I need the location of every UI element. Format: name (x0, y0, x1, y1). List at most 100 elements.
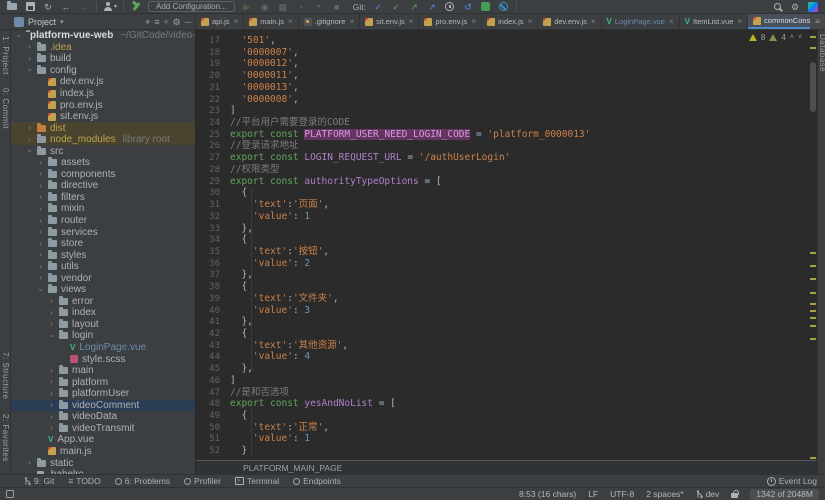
tree-item-App.vue[interactable]: VApp.vue (11, 434, 195, 446)
warning-stripe-mark[interactable] (810, 457, 816, 459)
tool-stripe-commit[interactable]: 0: Commit (1, 88, 10, 129)
chevron-icon[interactable]: › (48, 320, 55, 328)
warning-stripe-mark[interactable] (810, 252, 816, 254)
line-number[interactable]: 17 (196, 36, 230, 48)
code-line[interactable]: 34 { (196, 234, 817, 246)
chevron-icon[interactable]: › (37, 274, 44, 282)
tree-item-config[interactable]: ›config (11, 65, 195, 77)
code-line[interactable]: 21 '0000013', (196, 82, 817, 94)
tab-main.js[interactable]: main.js× (244, 14, 298, 29)
locate-icon[interactable]: ⌖ (145, 15, 150, 29)
code-line[interactable]: 50 'text':'正常', (196, 422, 817, 434)
warning-stripe-mark[interactable] (810, 47, 816, 49)
line-number[interactable]: 28 (196, 165, 230, 177)
tab-LoginPage.vue[interactable]: VLoginPage.vue× (602, 14, 680, 29)
tab-close-icon[interactable]: × (349, 17, 354, 26)
chevron-icon[interactable]: › (48, 367, 55, 375)
caret-position[interactable]: 8:53 (16 chars) (519, 489, 576, 499)
line-number[interactable]: 24 (196, 118, 230, 130)
tree-item-error[interactable]: ›error (11, 296, 195, 308)
tree-item-utils[interactable]: ›utils (11, 261, 195, 273)
memory-indicator[interactable]: 1342 of 2048M (750, 489, 819, 500)
code-line[interactable]: 22 '0000008', (196, 94, 817, 106)
tree-item-build[interactable]: ›build (11, 53, 195, 65)
tree-item-sit.env.js[interactable]: sit.env.js (11, 111, 195, 123)
chevron-icon[interactable]: › (48, 424, 55, 432)
tree-item-directive[interactable]: ›directive (11, 180, 195, 192)
tree-item-views[interactable]: ›views (11, 284, 195, 296)
run-caret-icon[interactable]: ▾ (313, 1, 325, 13)
code-line[interactable]: 17 '501', (196, 35, 817, 47)
prev-warning-icon[interactable]: ˄ (790, 34, 794, 41)
tree-item-.idea[interactable]: ›.idea (11, 42, 195, 54)
code-line[interactable]: 40 'value': 3 (196, 305, 817, 317)
tab-pro.env.js[interactable]: pro.env.js× (419, 14, 482, 29)
chevron-icon[interactable]: › (37, 240, 44, 248)
code-line[interactable]: 20 '0000011', (196, 70, 817, 82)
tree-item-index[interactable]: ›index (11, 307, 195, 319)
file-encoding[interactable]: UTF-8 (610, 489, 634, 499)
tab-close-icon[interactable]: × (528, 17, 533, 26)
tree-item-vendor[interactable]: ›vendor (11, 272, 195, 284)
error-stripe[interactable] (809, 30, 817, 474)
tree-item-mixin[interactable]: ›mixin (11, 203, 195, 215)
line-number[interactable]: 46 (196, 376, 230, 388)
code-line[interactable]: 25export const PLATFORM_USER_NEED_LOGIN_… (196, 129, 817, 141)
tab-list-icon[interactable]: ≡ (810, 14, 825, 29)
chevron-icon[interactable]: › (48, 401, 55, 409)
chevron-icon[interactable]: › (15, 32, 23, 39)
code-line[interactable]: 51 'value': 1 (196, 433, 817, 445)
chevron-icon[interactable]: › (37, 217, 44, 225)
button-todo[interactable]: ≡TODO (68, 476, 100, 486)
chevron-icon[interactable]: › (37, 286, 45, 293)
code-line[interactable]: 39 'text':'文件夹', (196, 293, 817, 305)
breadcrumb[interactable]: PLATFORM_MAIN_PAGE (196, 460, 817, 474)
profiler-run-icon[interactable]: ◔ (295, 1, 307, 13)
open-icon[interactable] (6, 1, 18, 13)
user-icon[interactable]: ▾ (103, 1, 117, 13)
code-line[interactable]: 23] (196, 105, 817, 117)
panel-settings-icon[interactable]: ⚙ (173, 15, 181, 29)
forward-icon[interactable]: → (78, 1, 90, 13)
tool-stripe-favorites[interactable]: 2: Favorites (1, 414, 10, 462)
chevron-icon[interactable]: › (26, 43, 33, 51)
warning-stripe-mark[interactable] (810, 310, 816, 312)
chevron-icon[interactable]: › (48, 297, 55, 305)
tree-item-.babelrc[interactable]: .babelrc (11, 469, 195, 474)
code-line[interactable]: 42 { (196, 328, 817, 340)
line-number[interactable]: 21 (196, 83, 230, 95)
line-number[interactable]: 52 (196, 446, 230, 458)
tab-dev.env.js[interactable]: dev.env.js× (538, 14, 601, 29)
lock-icon[interactable] (731, 493, 738, 498)
settings-icon[interactable]: ⚙ (789, 1, 801, 13)
code-line[interactable]: 38 { (196, 281, 817, 293)
tree-item-node_modules[interactable]: ›node_moduleslibrary root (11, 134, 195, 146)
tree-item-styles[interactable]: ›styles (11, 249, 195, 261)
coverage-icon[interactable]: ▦ (277, 1, 289, 13)
tool-stripe-project[interactable]: 1: Project (1, 36, 10, 75)
button-profiler[interactable]: Profiler (184, 476, 221, 486)
code-line[interactable]: 30 { (196, 187, 817, 199)
tab-commonConstants.js[interactable]: commonConstants.js× (748, 14, 810, 29)
code-line[interactable]: 41 }, (196, 316, 817, 328)
tree-item-main[interactable]: ›main (11, 365, 195, 377)
code-line[interactable]: 27export const LOGIN_REQUEST_URL = '/aut… (196, 152, 817, 164)
tab-api.js[interactable]: api.js× (196, 14, 244, 29)
git-branch-widget[interactable]: dev (696, 489, 720, 499)
code-line[interactable]: 19 '0000012', (196, 58, 817, 70)
code-line[interactable]: 28//权限类型 (196, 164, 817, 176)
tree-item-static[interactable]: ›static (11, 457, 195, 469)
inspections-widget[interactable]: 8 4 ˄ ˅ (746, 32, 805, 43)
git-update-icon[interactable]: ✓ (372, 1, 384, 13)
tab-database[interactable]: Database (818, 34, 825, 72)
search-icon[interactable] (771, 1, 783, 13)
do-not-disturb-icon[interactable] (498, 1, 510, 13)
button-endpoints[interactable]: Endpoints (293, 476, 341, 486)
code-line[interactable]: 44 'value': 4 (196, 351, 817, 363)
chevron-icon[interactable]: › (37, 182, 44, 190)
warning-stripe-mark[interactable] (810, 265, 816, 267)
chevron-icon[interactable]: › (26, 148, 34, 155)
save-icon[interactable] (24, 1, 36, 13)
tree-item-login[interactable]: ›login (11, 330, 195, 342)
code-line[interactable]: 49 { (196, 410, 817, 422)
